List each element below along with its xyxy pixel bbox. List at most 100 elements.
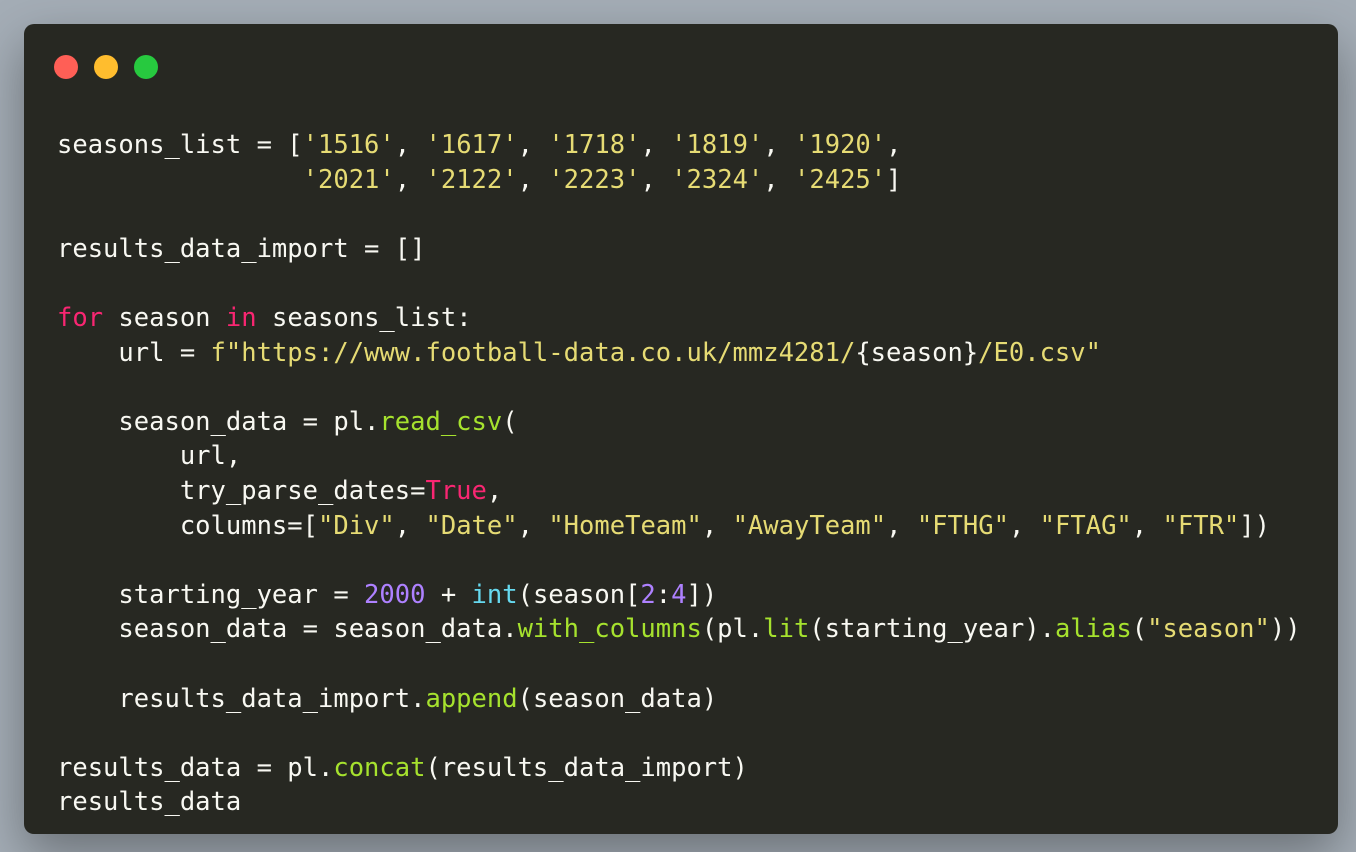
code-token: seasons_list: [256, 302, 472, 333]
code-token: "FTHG" [916, 510, 1009, 541]
code-token: results_data_import = [] [57, 233, 426, 264]
code-token: {season} [855, 337, 979, 368]
code-token: concat [333, 752, 426, 783]
window-controls [54, 55, 158, 79]
code-line: try_parse_dates=True, [57, 474, 1301, 509]
code-token: , [394, 130, 426, 160]
code-token: '2122' [425, 164, 518, 195]
code-token: append [425, 683, 518, 714]
code-token: ( [502, 406, 518, 437]
code-token: "Date" [425, 510, 518, 541]
code-token: , [886, 130, 902, 160]
code-token: 4 [671, 579, 687, 610]
code-token: , [640, 130, 672, 160]
code-token: season [103, 302, 226, 333]
code-token: "Div" [318, 510, 395, 541]
code-line: results_data_import.append(season_data) [57, 682, 1301, 717]
code-line: url, [57, 439, 1301, 474]
code-token: (season_data) [517, 683, 718, 714]
code-token: results_data_import. [57, 683, 426, 714]
code-token: "FTAG" [1039, 510, 1132, 541]
code-token: , [763, 130, 795, 160]
code-line: starting_year = 2000 + int(season[2:4]) [57, 578, 1301, 613]
code-token: , [763, 164, 795, 195]
code-token: f"https://www.football-data.co.uk/mmz428… [210, 337, 856, 368]
code-token: int [471, 579, 518, 610]
code-token: in [225, 302, 257, 333]
code-token: "FTR" [1162, 510, 1240, 541]
code-line: '2021', '2122', '2223', '2324', '2425'] [57, 163, 1301, 198]
code-token: results_data = pl. [57, 752, 334, 783]
code-token: '2324' [671, 164, 764, 195]
code-window: seasons_list = ['1516', '1617', '1718', … [24, 24, 1338, 834]
code-token: , [640, 164, 672, 195]
code-token: )) [1269, 614, 1301, 645]
code-token: '1516' [302, 130, 395, 160]
code-line: for season in seasons_list: [57, 301, 1301, 336]
code-line: seasons_list = ['1516', '1617', '1718', … [57, 128, 1301, 163]
code-token: , [486, 475, 503, 506]
code-token: + [425, 579, 472, 610]
code-token: season_data = pl. [57, 406, 380, 437]
code-token: '1617' [425, 130, 518, 160]
code-token: (results_data_import) [425, 752, 748, 783]
code-token: columns=[ [57, 510, 318, 541]
code-token: (season[ [517, 579, 641, 610]
code-token: results_data [57, 787, 242, 818]
code-token: , [394, 510, 426, 541]
code-token: url, [57, 441, 242, 472]
code-token: , [886, 510, 917, 541]
code-token: , [1008, 510, 1040, 541]
code-token: , [517, 130, 549, 160]
code-token: '1819' [671, 130, 764, 160]
code-token: ( [1131, 614, 1148, 645]
code-token: '1920' [794, 130, 887, 160]
code-token: ] [886, 164, 902, 195]
code-token: ]) [686, 579, 718, 610]
code-line: results_data [57, 785, 1301, 820]
code-token: : [655, 579, 672, 610]
code-token: seasons_list = [ [57, 130, 303, 160]
code-line: season_data = season_data.with_columns(p… [57, 612, 1301, 647]
code-token: '2425' [794, 164, 887, 195]
code-token: , [517, 164, 549, 195]
code-token: True [425, 475, 487, 506]
minimize-button[interactable] [94, 55, 118, 79]
code-token: , [394, 164, 426, 195]
code-token: , [1131, 510, 1163, 541]
code-token: '1718' [548, 130, 641, 160]
code-token: read_csv [379, 406, 503, 437]
code-token: for [57, 302, 104, 333]
code-token: url = [57, 337, 211, 368]
code-token: season_data = season_data. [57, 614, 518, 645]
code-token: 2 [640, 579, 656, 610]
code-token: "HomeTeam" [548, 510, 702, 541]
code-token: /E0.csv" [978, 337, 1101, 368]
maximize-button[interactable] [134, 55, 158, 79]
code-token: (starting_year). [809, 614, 1055, 645]
code-token: "season" [1147, 614, 1270, 645]
code-token: '2021' [302, 164, 395, 195]
code-line: results_data_import = [] [57, 232, 1301, 267]
code-line: columns=["Div", "Date", "HomeTeam", "Awa… [57, 509, 1301, 544]
code-token: , [701, 510, 733, 541]
close-button[interactable] [54, 55, 78, 79]
code-token: '2223' [548, 164, 641, 195]
code-token: (pl. [701, 614, 764, 645]
code-token: starting_year = [57, 579, 365, 610]
code-line: results_data = pl.concat(results_data_im… [57, 751, 1301, 786]
code-token: "AwayTeam" [732, 510, 887, 541]
code-token: ]) [1239, 510, 1270, 541]
code-block: seasons_list = ['1516', '1617', '1718', … [57, 128, 1301, 820]
code-line: url = f"https://www.football-data.co.uk/… [57, 336, 1301, 371]
code-token: with_columns [517, 614, 702, 645]
code-token: 2000 [364, 579, 426, 610]
code-token: alias [1054, 614, 1132, 645]
